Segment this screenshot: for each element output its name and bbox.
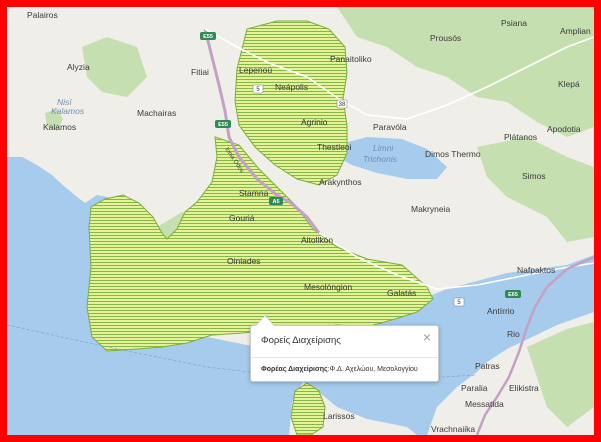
label-lepenou: Lepenoú (239, 65, 272, 75)
shield-e65: E65 (505, 290, 521, 298)
label-thestieoi: Thestieoi (317, 142, 352, 152)
label-gouria: Gouriá (229, 213, 255, 223)
shield-e55-mid: E55 (215, 120, 231, 128)
label-vrachnaiika: Vrachnaiika (431, 424, 475, 434)
label-kalamos: Kalamos (43, 122, 76, 132)
label-nafpaktos: Nafpaktos (517, 265, 555, 275)
label-makryneia: Makryneia (411, 204, 450, 214)
label-agrinio: Agrinio (301, 117, 328, 127)
svg-text:E55: E55 (218, 122, 228, 128)
shield-e55-north: E55 (200, 32, 216, 40)
popup-field-label: Φορέας Διαχείρισης (261, 366, 328, 373)
shield-5-top: 5 (252, 84, 264, 94)
popup-field-value: :Φ.Δ. Αχελώου, Μεσολογγίου (327, 366, 418, 373)
info-popup[interactable]: Φορείς Διαχείρισης × Φορέας Διαχείρισης:… (250, 315, 439, 382)
svg-text:38: 38 (339, 102, 346, 108)
label-paralia: Paralia (461, 383, 488, 393)
label-apodotia: Apodotia (547, 124, 581, 134)
label-ampliani: Amplian (560, 26, 591, 36)
shield-5-east: 5 (453, 297, 465, 307)
label-patras: Patras (475, 361, 500, 371)
label-alyzia: Alyzia (67, 62, 90, 72)
popup-divider (251, 357, 438, 358)
close-icon[interactable]: × (423, 330, 431, 344)
label-oiniades: Oiniades (227, 256, 261, 266)
label-elikistra: Elikistra (509, 383, 539, 393)
label-arakynthos: Arakynthos (319, 177, 362, 187)
label-machairas: Machairas (137, 108, 176, 118)
label-paravola: Paravóla (373, 122, 407, 132)
label-trichonis: Trichonis (363, 154, 398, 164)
label-fitiai: Fitiai (191, 67, 209, 77)
label-palairos: Palairos (27, 10, 58, 20)
label-galatas: Galatás (387, 288, 416, 298)
popup-title: Φορείς Διαχείρισης (261, 335, 341, 346)
label-messatida: Messatida (465, 399, 504, 409)
label-psiana: Psiana (501, 18, 527, 28)
label-klepa: Klepá (558, 79, 580, 89)
label-panaitoliko: Panaitoliko (330, 54, 372, 64)
label-larissos: Larissos (323, 411, 355, 421)
map-frame: E55 E55 A5 38 5 5 E65 Palairos Alyzia Fi… (0, 0, 601, 442)
shield-a5: A5 (269, 197, 283, 205)
label-simos: Simos (522, 171, 546, 181)
label-dimos-thermo: Dimos Thermo (425, 149, 481, 159)
shield-38: 38 (336, 99, 348, 109)
label-neapolis: Neápolis (275, 82, 308, 92)
label-prousos: Prousós (430, 33, 461, 43)
label-mesolongion: Mesolóngion (304, 282, 352, 292)
label-kalamos-island: Kalamos (51, 106, 85, 116)
label-aitolikon: Aitolikón (301, 235, 333, 245)
label-antirrio: Antírrio (487, 306, 515, 316)
svg-text:E65: E65 (508, 292, 518, 298)
label-platanos: Plátanos (504, 132, 537, 142)
label-stamna: Stamna (239, 188, 269, 198)
label-limni: Limni (373, 143, 394, 153)
popup-body: Φορέας Διαχείρισης:Φ.Δ. Αχελώου, Μεσολογ… (261, 366, 418, 373)
popup-pointer (256, 316, 274, 326)
svg-text:A5: A5 (272, 199, 279, 205)
svg-text:E55: E55 (203, 34, 213, 40)
label-rio: Rio (507, 329, 520, 339)
